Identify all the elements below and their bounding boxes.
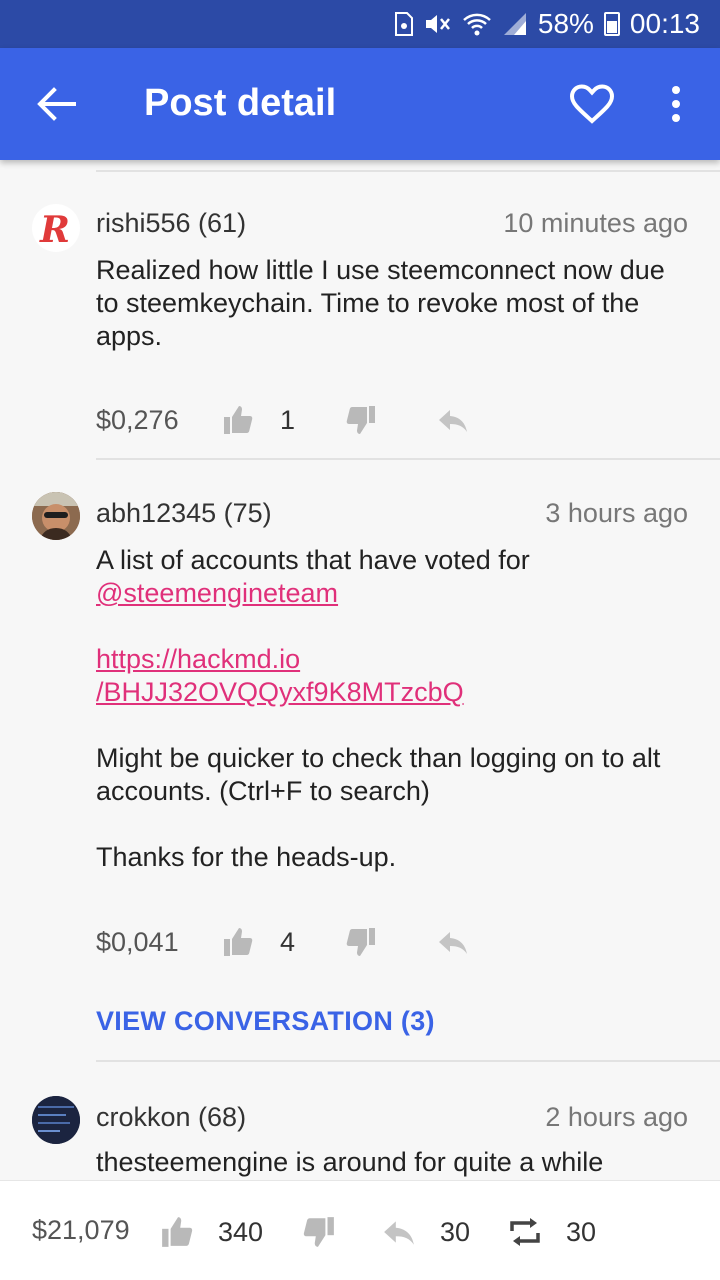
mute-icon bbox=[424, 11, 452, 37]
status-bar: 58% 00:13 bbox=[0, 0, 720, 48]
payout-amount[interactable]: $0,276 bbox=[96, 405, 222, 436]
app-bar: Post detail bbox=[0, 48, 720, 160]
upvote-count: 1 bbox=[280, 404, 296, 435]
comment-body: A list of accounts that have voted for @… bbox=[96, 544, 696, 874]
more-vert-icon[interactable] bbox=[664, 82, 688, 126]
comment-text-line: A list of accounts that have voted for bbox=[96, 545, 530, 575]
comment-time: 10 minutes ago bbox=[503, 208, 688, 238]
battery-icon bbox=[603, 12, 620, 36]
post-downvote-button[interactable] bbox=[302, 1215, 336, 1249]
thumb-up-icon[interactable] bbox=[222, 926, 254, 958]
post-payout[interactable]: $21,079 bbox=[32, 1215, 130, 1246]
comment-text-line: Realized how little I use steemconnect n… bbox=[96, 255, 665, 285]
resteem-icon[interactable] bbox=[508, 1215, 542, 1249]
comment-list[interactable]: R rishi556 (61) 10 minutes ago Realized … bbox=[0, 160, 720, 1180]
svg-text:R: R bbox=[39, 209, 70, 251]
page-title: Post detail bbox=[144, 82, 337, 124]
comment-text-line: thesteemengine is around for quite a whi… bbox=[96, 1147, 604, 1177]
divider bbox=[96, 1060, 720, 1062]
post-resteem-count: 30 bbox=[566, 1216, 597, 1247]
divider bbox=[96, 458, 720, 460]
thumb-down-icon[interactable] bbox=[345, 926, 377, 958]
comment-actions: $0,276 1 bbox=[96, 400, 469, 440]
post-payout-amount: $21,079 bbox=[32, 1215, 130, 1245]
wifi-icon bbox=[462, 11, 492, 37]
thumb-up-icon[interactable] bbox=[222, 404, 254, 436]
comment-text-line: accounts. (Ctrl+F to search) bbox=[96, 776, 430, 806]
reply-icon[interactable] bbox=[437, 926, 469, 958]
post-upvote-button[interactable]: 340 bbox=[160, 1215, 263, 1249]
comment-text-line: Might be quicker to check than logging o… bbox=[96, 743, 661, 773]
signal-icon bbox=[502, 11, 528, 37]
comment-text-line: apps. bbox=[96, 321, 163, 351]
thumb-down-icon[interactable] bbox=[345, 404, 377, 436]
post-reply-count: 30 bbox=[440, 1216, 471, 1247]
avatar[interactable]: R bbox=[32, 204, 80, 252]
sim-icon bbox=[394, 11, 414, 37]
avatar[interactable] bbox=[32, 1096, 80, 1144]
view-conversation-button[interactable]: VIEW CONVERSATION (3) bbox=[96, 1006, 435, 1037]
comment-actions: $0,041 4 bbox=[96, 922, 469, 962]
comment-author[interactable]: rishi556 (61) bbox=[96, 208, 246, 239]
url-link[interactable]: https://hackmd.io bbox=[96, 644, 300, 674]
status-time: 00:13 bbox=[629, 8, 700, 39]
back-arrow-icon[interactable] bbox=[36, 86, 76, 122]
thumb-down-icon[interactable] bbox=[302, 1215, 336, 1249]
comment-author[interactable]: crokkon (68) bbox=[96, 1102, 246, 1133]
post-reply-button[interactable]: 30 bbox=[382, 1215, 470, 1249]
post-actions-bar: $21,079 340 30 30 bbox=[0, 1180, 720, 1280]
heart-icon[interactable] bbox=[568, 80, 616, 128]
post-upvote-count: 340 bbox=[218, 1216, 264, 1247]
battery-percentage: 58% bbox=[537, 8, 594, 39]
upvote-count: 4 bbox=[280, 926, 296, 957]
reply-icon[interactable] bbox=[382, 1215, 416, 1249]
comment-time: 3 hours ago bbox=[545, 498, 688, 528]
avatar[interactable] bbox=[32, 492, 80, 540]
mention-link[interactable]: @steemengineteam bbox=[96, 578, 338, 608]
divider bbox=[96, 170, 720, 172]
comment-text-line: to steemkeychain. Time to revoke most of… bbox=[96, 288, 640, 318]
thumb-up-icon[interactable] bbox=[160, 1215, 194, 1249]
comment-time: 2 hours ago bbox=[545, 1102, 688, 1132]
reply-icon[interactable] bbox=[437, 404, 469, 436]
comment-author[interactable]: abh12345 (75) bbox=[96, 498, 272, 529]
url-link[interactable]: /BHJJ32OVQQyxf9K8MTzcbQ bbox=[96, 677, 464, 707]
comment-body: Realized how little I use steemconnect n… bbox=[96, 254, 696, 353]
payout-amount[interactable]: $0,041 bbox=[96, 927, 222, 958]
comment-text-line: Thanks for the heads-up. bbox=[96, 842, 397, 872]
comment-body: thesteemengine is around for quite a whi… bbox=[96, 1146, 696, 1179]
post-resteem-button[interactable]: 30 bbox=[508, 1215, 596, 1249]
